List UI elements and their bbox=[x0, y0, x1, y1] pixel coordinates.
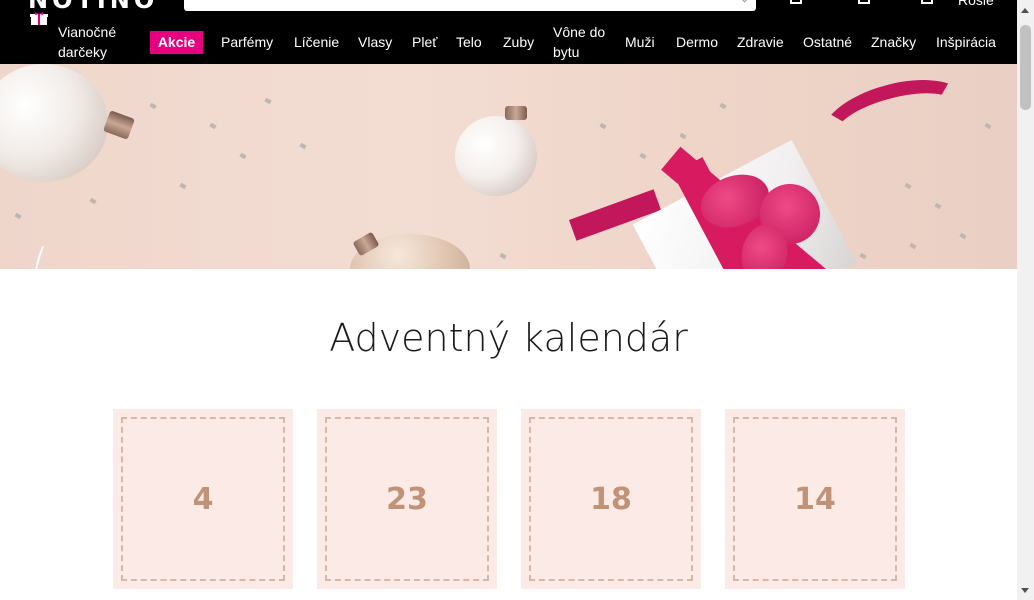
advent-day-number: 14 bbox=[794, 481, 836, 517]
nav-item-men[interactable]: Muži bbox=[625, 32, 655, 52]
christmas-banner[interactable] bbox=[0, 64, 1017, 269]
confetti bbox=[719, 102, 727, 110]
confetti bbox=[599, 122, 607, 130]
confetti bbox=[859, 252, 867, 260]
nav-item-other[interactable]: Ostatné bbox=[803, 32, 852, 52]
confetti bbox=[209, 122, 217, 130]
ornament-cap bbox=[103, 110, 135, 140]
confetti bbox=[984, 122, 992, 130]
advent-day-card[interactable]: 4 bbox=[113, 409, 293, 589]
notino-logo[interactable]: NOTINO bbox=[28, 0, 158, 12]
nav-item-brands[interactable]: Značky bbox=[871, 32, 916, 52]
advent-day-frame: 14 bbox=[733, 417, 897, 581]
nav-item-hair[interactable]: Vlasy bbox=[358, 32, 392, 52]
gift-icon bbox=[30, 12, 48, 25]
chevron-down-icon bbox=[739, 0, 750, 3]
vertical-scrollbar[interactable] bbox=[1017, 0, 1034, 600]
site-header: NOTINO Rosie Vianočné darčeky Akcie Parf… bbox=[0, 0, 1017, 64]
confetti bbox=[909, 242, 917, 250]
confetti bbox=[14, 212, 22, 220]
confetti bbox=[239, 152, 247, 160]
nav-item-dermo[interactable]: Dermo bbox=[676, 32, 718, 52]
nav-item-body[interactable]: Telo bbox=[456, 32, 482, 52]
search-input[interactable] bbox=[184, 0, 756, 11]
confetti bbox=[679, 132, 687, 140]
nav-item-skin[interactable]: Pleť bbox=[412, 32, 437, 52]
advent-day-frame: 23 bbox=[325, 417, 489, 581]
ornament-cap bbox=[505, 106, 527, 120]
page-title: Adventný kalendár bbox=[329, 316, 688, 360]
scrollbar-thumb[interactable] bbox=[1020, 25, 1031, 110]
confetti bbox=[149, 102, 157, 110]
confetti bbox=[299, 142, 307, 150]
nav-item-sale[interactable]: Akcie bbox=[150, 31, 203, 54]
advent-day-card[interactable]: 14 bbox=[725, 409, 905, 589]
scroll-up-icon[interactable] bbox=[1021, 8, 1029, 13]
nav-item-perfumes[interactable]: Parfémy bbox=[221, 32, 273, 52]
confetti bbox=[904, 182, 912, 190]
confetti bbox=[639, 152, 647, 160]
cart-icon[interactable] bbox=[921, 0, 933, 4]
confetti bbox=[264, 97, 272, 105]
advent-day-frame: 4 bbox=[121, 417, 285, 581]
advent-day-frame: 18 bbox=[529, 417, 693, 581]
nav-item-health[interactable]: Zdravie bbox=[737, 32, 784, 52]
advent-day-number: 18 bbox=[590, 481, 632, 517]
ornament-image bbox=[0, 64, 108, 182]
wishlist-icon[interactable] bbox=[858, 0, 870, 4]
ribbon-curl bbox=[813, 65, 977, 173]
top-bar: NOTINO Rosie bbox=[0, 0, 1017, 12]
nav-item-inspiration[interactable]: Inšpirácia bbox=[936, 32, 996, 52]
nav-item-teeth[interactable]: Zuby bbox=[503, 32, 534, 52]
login-link[interactable]: Rosie bbox=[958, 0, 994, 8]
advent-day-card[interactable]: 23 bbox=[317, 409, 497, 589]
scroll-down-icon[interactable] bbox=[1021, 588, 1029, 593]
nav-item-christmas-gifts[interactable]: Vianočné darčeky bbox=[58, 22, 130, 62]
confetti bbox=[499, 252, 507, 260]
advent-day-number: 4 bbox=[192, 481, 214, 517]
confetti bbox=[934, 202, 942, 210]
nav-item-makeup[interactable]: Líčenie bbox=[294, 32, 339, 52]
ornament-image bbox=[455, 116, 537, 196]
confetti bbox=[959, 232, 967, 240]
advent-day-number: 23 bbox=[386, 481, 428, 517]
store-icon[interactable] bbox=[790, 0, 802, 4]
advent-day-card[interactable]: 18 bbox=[521, 409, 701, 589]
nav-item-home-fragrance[interactable]: Vône do bytu bbox=[553, 22, 611, 62]
